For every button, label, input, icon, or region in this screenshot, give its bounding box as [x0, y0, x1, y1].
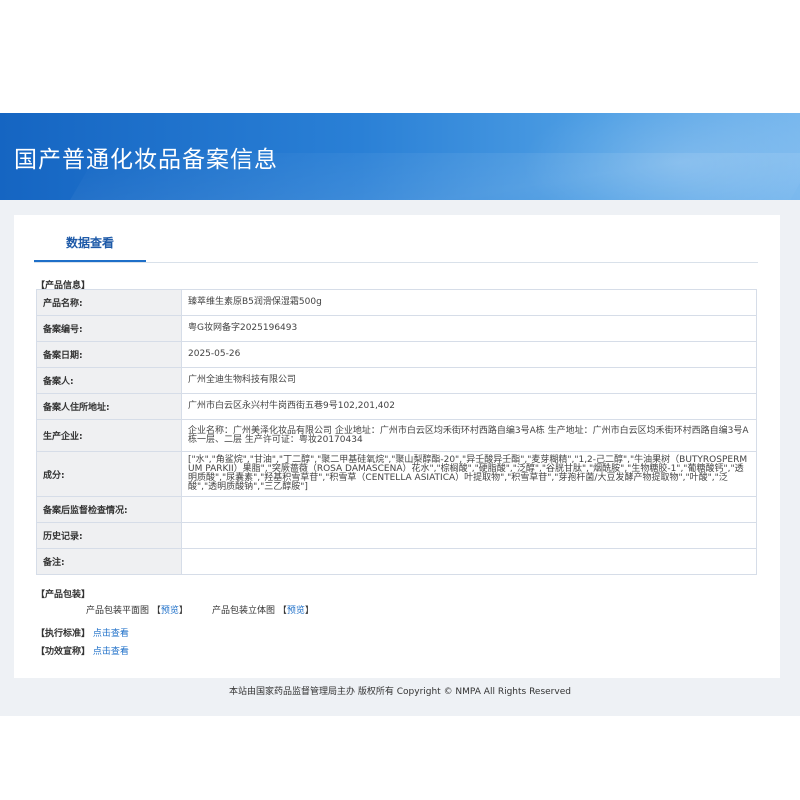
- label-history: 历史记录:: [36, 522, 182, 549]
- value-filing-date: 2025-05-26: [181, 341, 757, 368]
- page-banner: 国产普通化妆品备案信息: [0, 113, 800, 200]
- packaging-flat-item: 产品包装平面图 【预览】: [86, 603, 188, 616]
- packaging-solid-item: 产品包装立体图 【预览】: [212, 603, 314, 616]
- value-filer-address: 广州市白云区永兴村牛岗西街五巷9号102,201,402: [181, 393, 757, 420]
- label-manufacturer: 生产企业:: [36, 419, 182, 452]
- row-manufacturer: 生产企业: 企业名称：广州美泽化妆品有限公司 企业地址：广州市白云区均禾街环村西…: [36, 419, 757, 452]
- tab-bar: 数据查看: [34, 235, 758, 263]
- label-filing-number: 备案编号:: [36, 315, 182, 342]
- claims-heading: 【功效宣称】: [36, 647, 91, 657]
- value-filer: 广州全迪生物科技有限公司: [181, 367, 757, 394]
- row-filer-address: 备案人住所地址: 广州市白云区永兴村牛岗西街五巷9号102,201,402: [36, 393, 757, 420]
- row-remarks: 备注:: [36, 548, 757, 575]
- value-filing-number: 粤G妆网备字2025196493: [181, 315, 757, 342]
- row-filing-date: 备案日期: 2025-05-26: [36, 341, 757, 368]
- bracket-open: 【: [277, 606, 287, 616]
- product-info-table: 产品名称: 臻萃维生素原B5润滑保湿霜500g 备案编号: 粤G妆网备字2025…: [36, 289, 757, 575]
- tab-data-view[interactable]: 数据查看: [34, 235, 146, 262]
- standard-view-link[interactable]: 点击查看: [93, 629, 129, 639]
- standard-row: 【执行标准】 点击查看: [36, 626, 129, 639]
- page-title: 国产普通化妆品备案信息: [14, 147, 278, 173]
- standard-heading: 【执行标准】: [36, 629, 91, 639]
- label-post-filing-inspection: 备案后监督检查情况:: [36, 496, 182, 523]
- bracket-open: 【: [151, 606, 161, 616]
- label-ingredients: 成分:: [36, 451, 182, 497]
- bracket-close: 】: [178, 606, 188, 616]
- value-post-filing-inspection: [181, 496, 757, 523]
- row-history: 历史记录:: [36, 522, 757, 549]
- page-footer: 本站由国家药品监督管理局主办 版权所有 Copyright © NMPA All…: [229, 687, 571, 697]
- packaging-solid-label: 产品包装立体图: [212, 606, 276, 616]
- label-filer-address: 备案人住所地址:: [36, 393, 182, 420]
- bracket-close: 】: [304, 606, 314, 616]
- row-post-filing-inspection: 备案后监督检查情况:: [36, 496, 757, 523]
- label-remarks: 备注:: [36, 548, 182, 575]
- preview-flat-link[interactable]: 预览: [161, 606, 179, 616]
- packaging-heading: 【产品包装】: [36, 590, 91, 600]
- claims-row: 【功效宣称】 点击查看: [36, 644, 129, 657]
- claims-view-link[interactable]: 点击查看: [93, 647, 129, 657]
- banner-glow: [520, 113, 800, 200]
- value-ingredients: ["水","角鲨烷","甘油","丁二醇","聚二甲基硅氧烷","聚山梨醇酯-2…: [181, 451, 757, 497]
- row-filing-number: 备案编号: 粤G妆网备字2025196493: [36, 315, 757, 342]
- value-manufacturer: 企业名称：广州美泽化妆品有限公司 企业地址：广州市白云区均禾街环村西路自编3号A…: [181, 419, 757, 452]
- label-filer: 备案人:: [36, 367, 182, 394]
- label-product-name: 产品名称:: [36, 289, 182, 316]
- row-filer: 备案人: 广州全迪生物科技有限公司: [36, 367, 757, 394]
- value-history: [181, 522, 757, 549]
- label-filing-date: 备案日期:: [36, 341, 182, 368]
- packaging-flat-label: 产品包装平面图: [86, 606, 150, 616]
- value-product-name: 臻萃维生素原B5润滑保湿霜500g: [181, 289, 757, 316]
- value-remarks: [181, 548, 757, 575]
- content-panel: 数据查看 【产品信息】 产品名称: 臻萃维生素原B5润滑保湿霜500g 备案编号…: [14, 215, 780, 678]
- preview-solid-link[interactable]: 预览: [287, 606, 305, 616]
- row-product-name: 产品名称: 臻萃维生素原B5润滑保湿霜500g: [36, 289, 757, 316]
- row-ingredients: 成分: ["水","角鲨烷","甘油","丁二醇","聚二甲基硅氧烷","聚山梨…: [36, 451, 757, 497]
